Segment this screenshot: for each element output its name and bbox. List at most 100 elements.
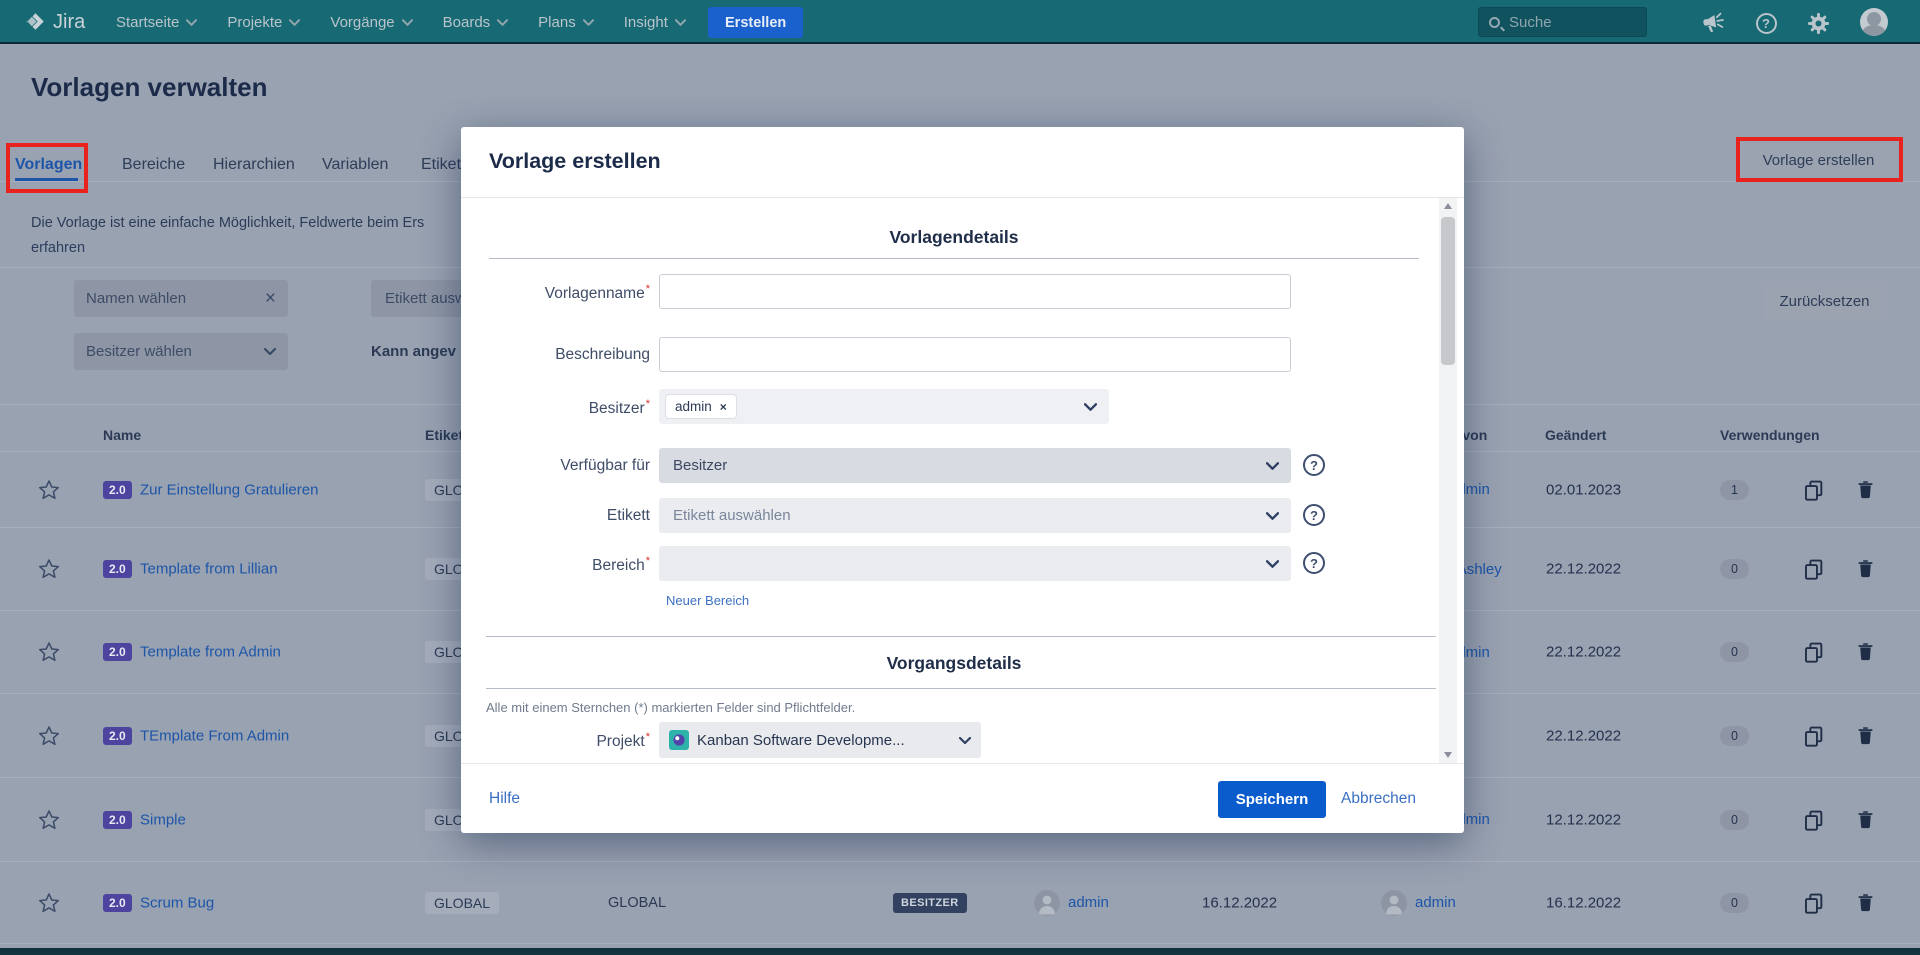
megaphone-icon[interactable] <box>1700 10 1726 36</box>
besitzer-select[interactable]: admin× <box>659 389 1109 424</box>
usage-count: 0 <box>1720 726 1749 746</box>
scroll-down-icon[interactable] <box>1439 747 1457 763</box>
help-glyph: ? <box>1756 13 1777 34</box>
copy-icon[interactable] <box>1803 641 1825 663</box>
reset-button[interactable]: Zurücksetzen <box>1763 282 1886 320</box>
trash-icon[interactable] <box>1855 641 1877 663</box>
trash-icon[interactable] <box>1855 809 1877 831</box>
vorlagenname-input[interactable] <box>659 274 1291 309</box>
changed-by-user: admin <box>1381 890 1456 916</box>
copy-icon[interactable] <box>1803 558 1825 580</box>
user-link[interactable]: admin <box>1415 894 1456 911</box>
usage-count: 0 <box>1720 893 1749 913</box>
chevron-down-icon <box>264 348 276 355</box>
jira-logo[interactable]: Jira <box>24 0 85 44</box>
scroll-up-icon[interactable] <box>1439 198 1457 214</box>
app-window: Jira Startseite Projekte Vorgänge Boards… <box>0 0 1920 955</box>
nav-menu: Startseite Projekte Vorgänge Boards Plan… <box>116 0 793 44</box>
template-name-link[interactable]: Scrum Bug <box>140 894 214 911</box>
verfuegbar-value: Besitzer <box>673 457 1266 474</box>
beschreibung-input[interactable] <box>659 337 1291 372</box>
nav-item-vorgaenge[interactable]: Vorgänge <box>330 14 412 31</box>
changed-date: 22.12.2022 <box>1546 727 1621 744</box>
table-row: 2.0 Scrum Bug GLOBAL GLOBAL BESITZER adm… <box>0 861 1920 943</box>
trash-icon[interactable] <box>1855 725 1877 747</box>
trash-icon[interactable] <box>1855 892 1877 914</box>
favorite-star-icon[interactable] <box>38 725 60 747</box>
section-divider <box>486 636 1436 637</box>
help-icon[interactable]: ? <box>1303 552 1325 574</box>
template-name-link[interactable]: Template from Lillian <box>140 561 278 578</box>
section-vorlagendetails: Vorlagendetails <box>489 227 1419 248</box>
nav-item-plans[interactable]: Plans <box>538 14 594 31</box>
favorite-star-icon[interactable] <box>38 641 60 663</box>
neuer-bereich-link[interactable]: Neuer Bereich <box>666 593 749 608</box>
nav-item-boards[interactable]: Boards <box>443 14 509 31</box>
tab-variablen[interactable]: Variablen <box>322 156 388 174</box>
chevron-down-icon <box>402 19 413 26</box>
learn-more-link[interactable]: erfahren <box>31 240 85 256</box>
chevron-down-icon <box>1266 512 1279 520</box>
help-icon[interactable]: ? <box>1753 10 1779 36</box>
save-button[interactable]: Speichern <box>1218 781 1326 818</box>
tab-hierarchien[interactable]: Hierarchien <box>213 156 295 174</box>
etikett-select[interactable]: Etikett auswählen <box>659 498 1291 533</box>
tab-bereiche[interactable]: Bereiche <box>122 156 185 174</box>
favorite-star-icon[interactable] <box>38 558 60 580</box>
chevron-down-icon <box>186 19 197 26</box>
trash-icon[interactable] <box>1855 479 1877 501</box>
help-icon[interactable]: ? <box>1303 454 1325 476</box>
chevron-down-icon <box>1266 560 1279 568</box>
clear-icon[interactable]: × <box>265 288 276 310</box>
required-note: Alle mit einem Sternchen (*) markierten … <box>486 700 855 715</box>
filter-name-input[interactable]: Namen wählen × <box>74 280 288 317</box>
filter-name-placeholder: Namen wählen <box>86 290 265 307</box>
nav-item-insight[interactable]: Insight <box>624 14 686 31</box>
trash-icon[interactable] <box>1855 558 1877 580</box>
jira-logo-text: Jira <box>53 11 85 34</box>
copy-icon[interactable] <box>1803 725 1825 747</box>
copy-icon[interactable] <box>1803 892 1825 914</box>
search-input[interactable]: Suche <box>1478 7 1647 37</box>
changed-date: 02.01.2023 <box>1546 481 1621 498</box>
owner-chip: admin× <box>666 395 736 418</box>
bereich-select[interactable] <box>659 546 1291 581</box>
chip-remove-icon[interactable]: × <box>720 401 727 413</box>
template-name-link[interactable]: Simple <box>140 811 186 828</box>
projekt-select[interactable]: Kanban Software Developme... <box>659 722 981 758</box>
col-header-verwendungen: Verwendungen <box>1720 427 1820 443</box>
scrollbar-thumb[interactable] <box>1441 217 1455 365</box>
version-badge: 2.0 <box>103 894 132 912</box>
col-header-geaendert: Geändert <box>1545 427 1606 443</box>
copy-icon[interactable] <box>1803 809 1825 831</box>
nav-item-startseite[interactable]: Startseite <box>116 14 197 31</box>
divider <box>0 943 1920 944</box>
chevron-down-icon <box>497 19 508 26</box>
tab-vorlagen[interactable]: Vorlagen <box>15 156 82 174</box>
favorite-star-icon[interactable] <box>38 479 60 501</box>
template-name-link[interactable]: TEmplate From Admin <box>140 727 289 744</box>
copy-icon[interactable] <box>1803 479 1825 501</box>
user-avatar[interactable] <box>1860 8 1888 36</box>
search-icon <box>1489 17 1500 28</box>
template-name-link[interactable]: Zur Einstellung Gratulieren <box>140 481 318 498</box>
favorite-star-icon[interactable] <box>38 809 60 831</box>
nav-item-projekte[interactable]: Projekte <box>227 14 300 31</box>
help-icon[interactable]: ? <box>1303 504 1325 526</box>
user-link[interactable]: admin <box>1068 894 1109 911</box>
chevron-down-icon <box>289 19 300 26</box>
template-name-link[interactable]: Template from Admin <box>140 644 281 661</box>
cancel-link[interactable]: Abbrechen <box>1341 790 1416 808</box>
favorite-star-icon[interactable] <box>38 892 60 914</box>
project-avatar-icon <box>669 730 689 750</box>
filter-owner-select[interactable]: Besitzer wählen <box>74 333 288 370</box>
owner-badge: BESITZER <box>893 893 967 913</box>
usage-count: 0 <box>1720 810 1749 830</box>
help-link[interactable]: Hilfe <box>489 790 520 808</box>
field-label-beschreibung: Beschreibung <box>480 346 650 364</box>
create-button[interactable]: Erstellen <box>708 7 803 38</box>
gear-icon[interactable] <box>1805 10 1831 36</box>
modal-scrollbar[interactable] <box>1439 198 1457 763</box>
create-template-button[interactable]: Vorlage erstellen <box>1740 142 1897 179</box>
verfuegbar-fuer-select[interactable]: Besitzer <box>659 448 1291 483</box>
